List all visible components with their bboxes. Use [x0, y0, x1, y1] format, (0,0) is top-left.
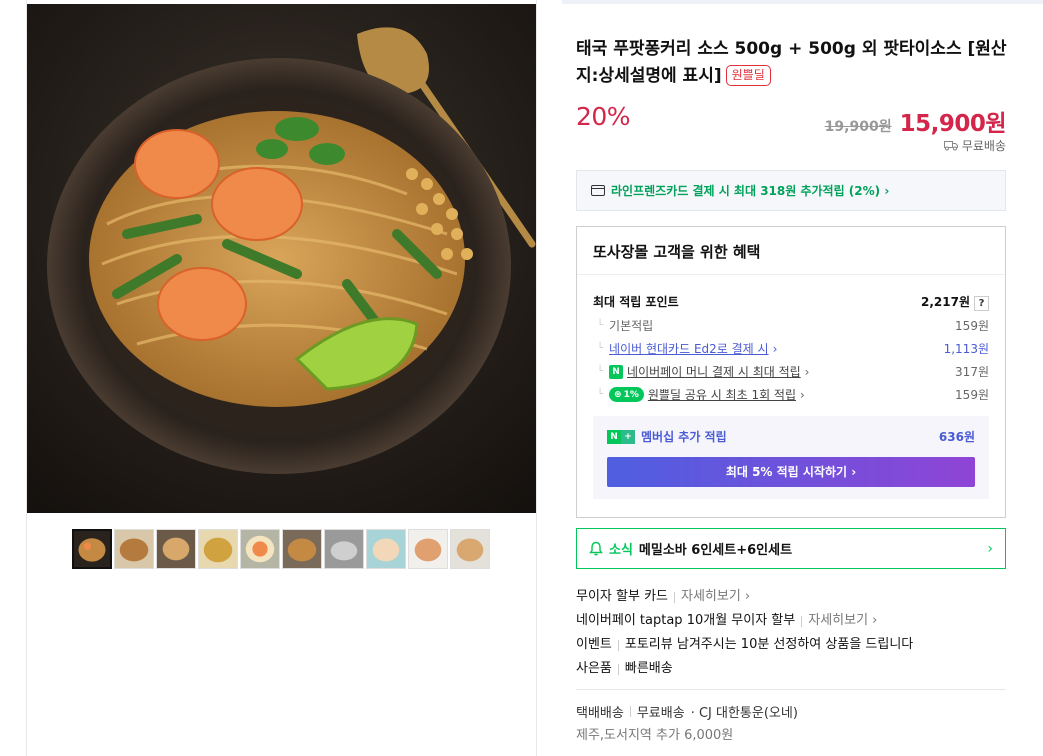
shipping-extra: 제주,도서지역 추가 6,000원: [576, 728, 734, 743]
max-points-value: 2,217원: [921, 295, 970, 309]
info-main: 네이버페이 taptap 10개월 무이자 할부: [576, 613, 796, 628]
info-line-gift: 사은품 빠른배송: [576, 657, 1006, 681]
thumbnail-7[interactable]: [324, 529, 364, 569]
chevron-right-icon: ›: [772, 341, 778, 356]
bell-icon: [589, 541, 603, 556]
detail-link[interactable]: 자세히보기 ›: [808, 612, 877, 630]
sale-price: 15,900원: [899, 111, 1007, 137]
naver-plus-icon: N +: [607, 429, 635, 444]
benefit-box: 또사장몰 고객을 위한 혜택 최대 적립 포인트 2,217원? └ 기본적립 1…: [576, 226, 1006, 518]
separator: [801, 615, 803, 627]
product-title-text: 태국 푸팟퐁커리 소스 500g + 500g 외 팟타이소스 [원산지:상세설…: [576, 39, 1007, 86]
info-line-installment: 무이자 할부 카드 자세히보기 ›: [576, 585, 1006, 609]
gift-text: 빠른배송: [624, 661, 673, 676]
deal-badge: 원쁠딜: [725, 65, 771, 86]
news-banner[interactable]: 소식 메밀소바 6인세트+6인세트 ›: [576, 528, 1006, 569]
thumbnail-5[interactable]: [240, 529, 280, 569]
max-points-label: 최대 적립 포인트: [593, 295, 679, 309]
truck-icon: [943, 141, 958, 151]
original-price: 19,900원: [824, 119, 892, 135]
info-main: 사은품: [576, 661, 612, 676]
separator: [617, 663, 619, 675]
branch-icon: └: [597, 343, 604, 354]
points-row-label[interactable]: 네이버페이 머니 결제 시 최대 적립: [627, 363, 801, 380]
info-line-event: 이벤트 포토리뷰 남겨주시는 10분 선정하여 상품을 드립니다: [576, 633, 1006, 657]
top-bar: [562, 0, 1043, 4]
info-main: 무이자 할부 카드: [576, 589, 668, 604]
separator: [629, 706, 631, 717]
chevron-right-icon: ›: [804, 364, 810, 379]
card-promo-text: 라인프렌즈카드 결제 시 최대 318원 추가적립 (2%) ›: [611, 184, 890, 198]
thumbnail-3[interactable]: [156, 529, 196, 569]
points-row-value: 159원: [955, 319, 989, 333]
points-row-label[interactable]: 원쁠딜 공유 시 최초 1회 적립: [648, 386, 796, 403]
news-text: 메밀소바 6인세트+6인세트: [638, 543, 793, 558]
thumbnail-1[interactable]: [72, 529, 112, 569]
thumbnail-2[interactable]: [114, 529, 154, 569]
percent-pill-text: 1%: [623, 389, 639, 400]
membership-value: 636원: [938, 430, 975, 444]
news-tag: 소식: [609, 543, 633, 558]
thumbnail-4[interactable]: [198, 529, 238, 569]
shipping-tag-text: 무료배송: [961, 139, 1006, 153]
membership-row: N + 멤버십 추가 적립 636원: [607, 428, 975, 445]
points-row-label[interactable]: 네이버 현대카드 Ed2로 결제 시: [609, 340, 769, 357]
points-row-basic: └ 기본적립 159원: [597, 317, 989, 334]
points-row-npay-money[interactable]: └ N 네이버페이 머니 결제 시 최대 적립 › 317원: [597, 363, 989, 380]
points-row-value: 159원: [955, 388, 989, 402]
membership-start-button[interactable]: 최대 5% 적립 시작하기 ›: [607, 457, 975, 487]
info-main: 이벤트: [576, 637, 612, 652]
discount-rate: 20%: [576, 102, 631, 131]
points-row-value: 1,113원: [943, 342, 989, 356]
price-area: 19,900원 15,900원: [824, 104, 1007, 138]
points-row-share[interactable]: └ ⊛ 1% 원쁠딜 공유 시 최초 1회 적립 › 159원: [597, 386, 989, 403]
separator: [674, 591, 675, 603]
info-list: 무이자 할부 카드 자세히보기 › 네이버페이 taptap 10개월 무이자 …: [576, 585, 1006, 681]
detail-link[interactable]: 자세히보기 ›: [681, 588, 750, 606]
thumbnail-10[interactable]: [450, 529, 490, 569]
branch-icon: └: [597, 366, 604, 377]
help-icon[interactable]: ?: [974, 296, 989, 311]
thumbnail-strip: [72, 529, 490, 569]
shipping-fee: 무료배송: [636, 706, 685, 721]
benefit-title: 또사장몰 고객을 위한 혜택: [577, 227, 1005, 275]
shipping-method: 택배배송: [576, 706, 624, 721]
points-row-card[interactable]: └ 네이버 현대카드 Ed2로 결제 시 › 1,113원: [597, 340, 989, 357]
membership-label: 멤버십 추가 적립: [641, 430, 727, 444]
points-row-value: 317원: [955, 365, 989, 379]
points-row-label: 기본적립: [609, 319, 654, 333]
product-title: 태국 푸팟퐁커리 소스 500g + 500g 외 팟타이소스 [원산지:상세설…: [576, 36, 1008, 90]
card-promo-banner[interactable]: 라인프렌즈카드 결제 시 최대 318원 추가적립 (2%) ›: [576, 170, 1006, 211]
percent-pill: ⊛ 1%: [609, 387, 644, 402]
branch-icon: └: [597, 389, 604, 400]
separator: [617, 639, 619, 651]
max-points-row: 최대 적립 포인트 2,217원?: [593, 293, 989, 311]
thumbnail-9[interactable]: [408, 529, 448, 569]
thumbnail-8[interactable]: [366, 529, 406, 569]
shipping-tag: 무료배송: [943, 137, 1006, 154]
naverpay-icon: N: [609, 364, 624, 379]
shipping-carrier: · CJ 대한통운(오네): [690, 706, 798, 721]
divider: [576, 689, 1006, 690]
product-main-image[interactable]: [27, 4, 536, 513]
branch-icon: └: [597, 320, 604, 331]
share-icon: ⊛: [614, 389, 622, 400]
membership-box: N + 멤버십 추가 적립 636원 최대 5% 적립 시작하기 ›: [593, 416, 989, 499]
column-divider: [536, 0, 537, 756]
thumbnail-6[interactable]: [282, 529, 322, 569]
chevron-right-icon: ›: [800, 387, 805, 402]
chevron-right-icon: ›: [987, 540, 993, 557]
shipping-info: 택배배송 무료배송 · CJ 대한통운(오네): [576, 702, 798, 721]
max-points-value-wrap: 2,217원?: [921, 293, 989, 311]
credit-card-icon: [591, 185, 605, 196]
info-line-npay-installment: 네이버페이 taptap 10개월 무이자 할부 자세히보기 ›: [576, 609, 1006, 633]
event-text: 포토리뷰 남겨주시는 10분 선정하여 상품을 드립니다: [624, 637, 914, 652]
